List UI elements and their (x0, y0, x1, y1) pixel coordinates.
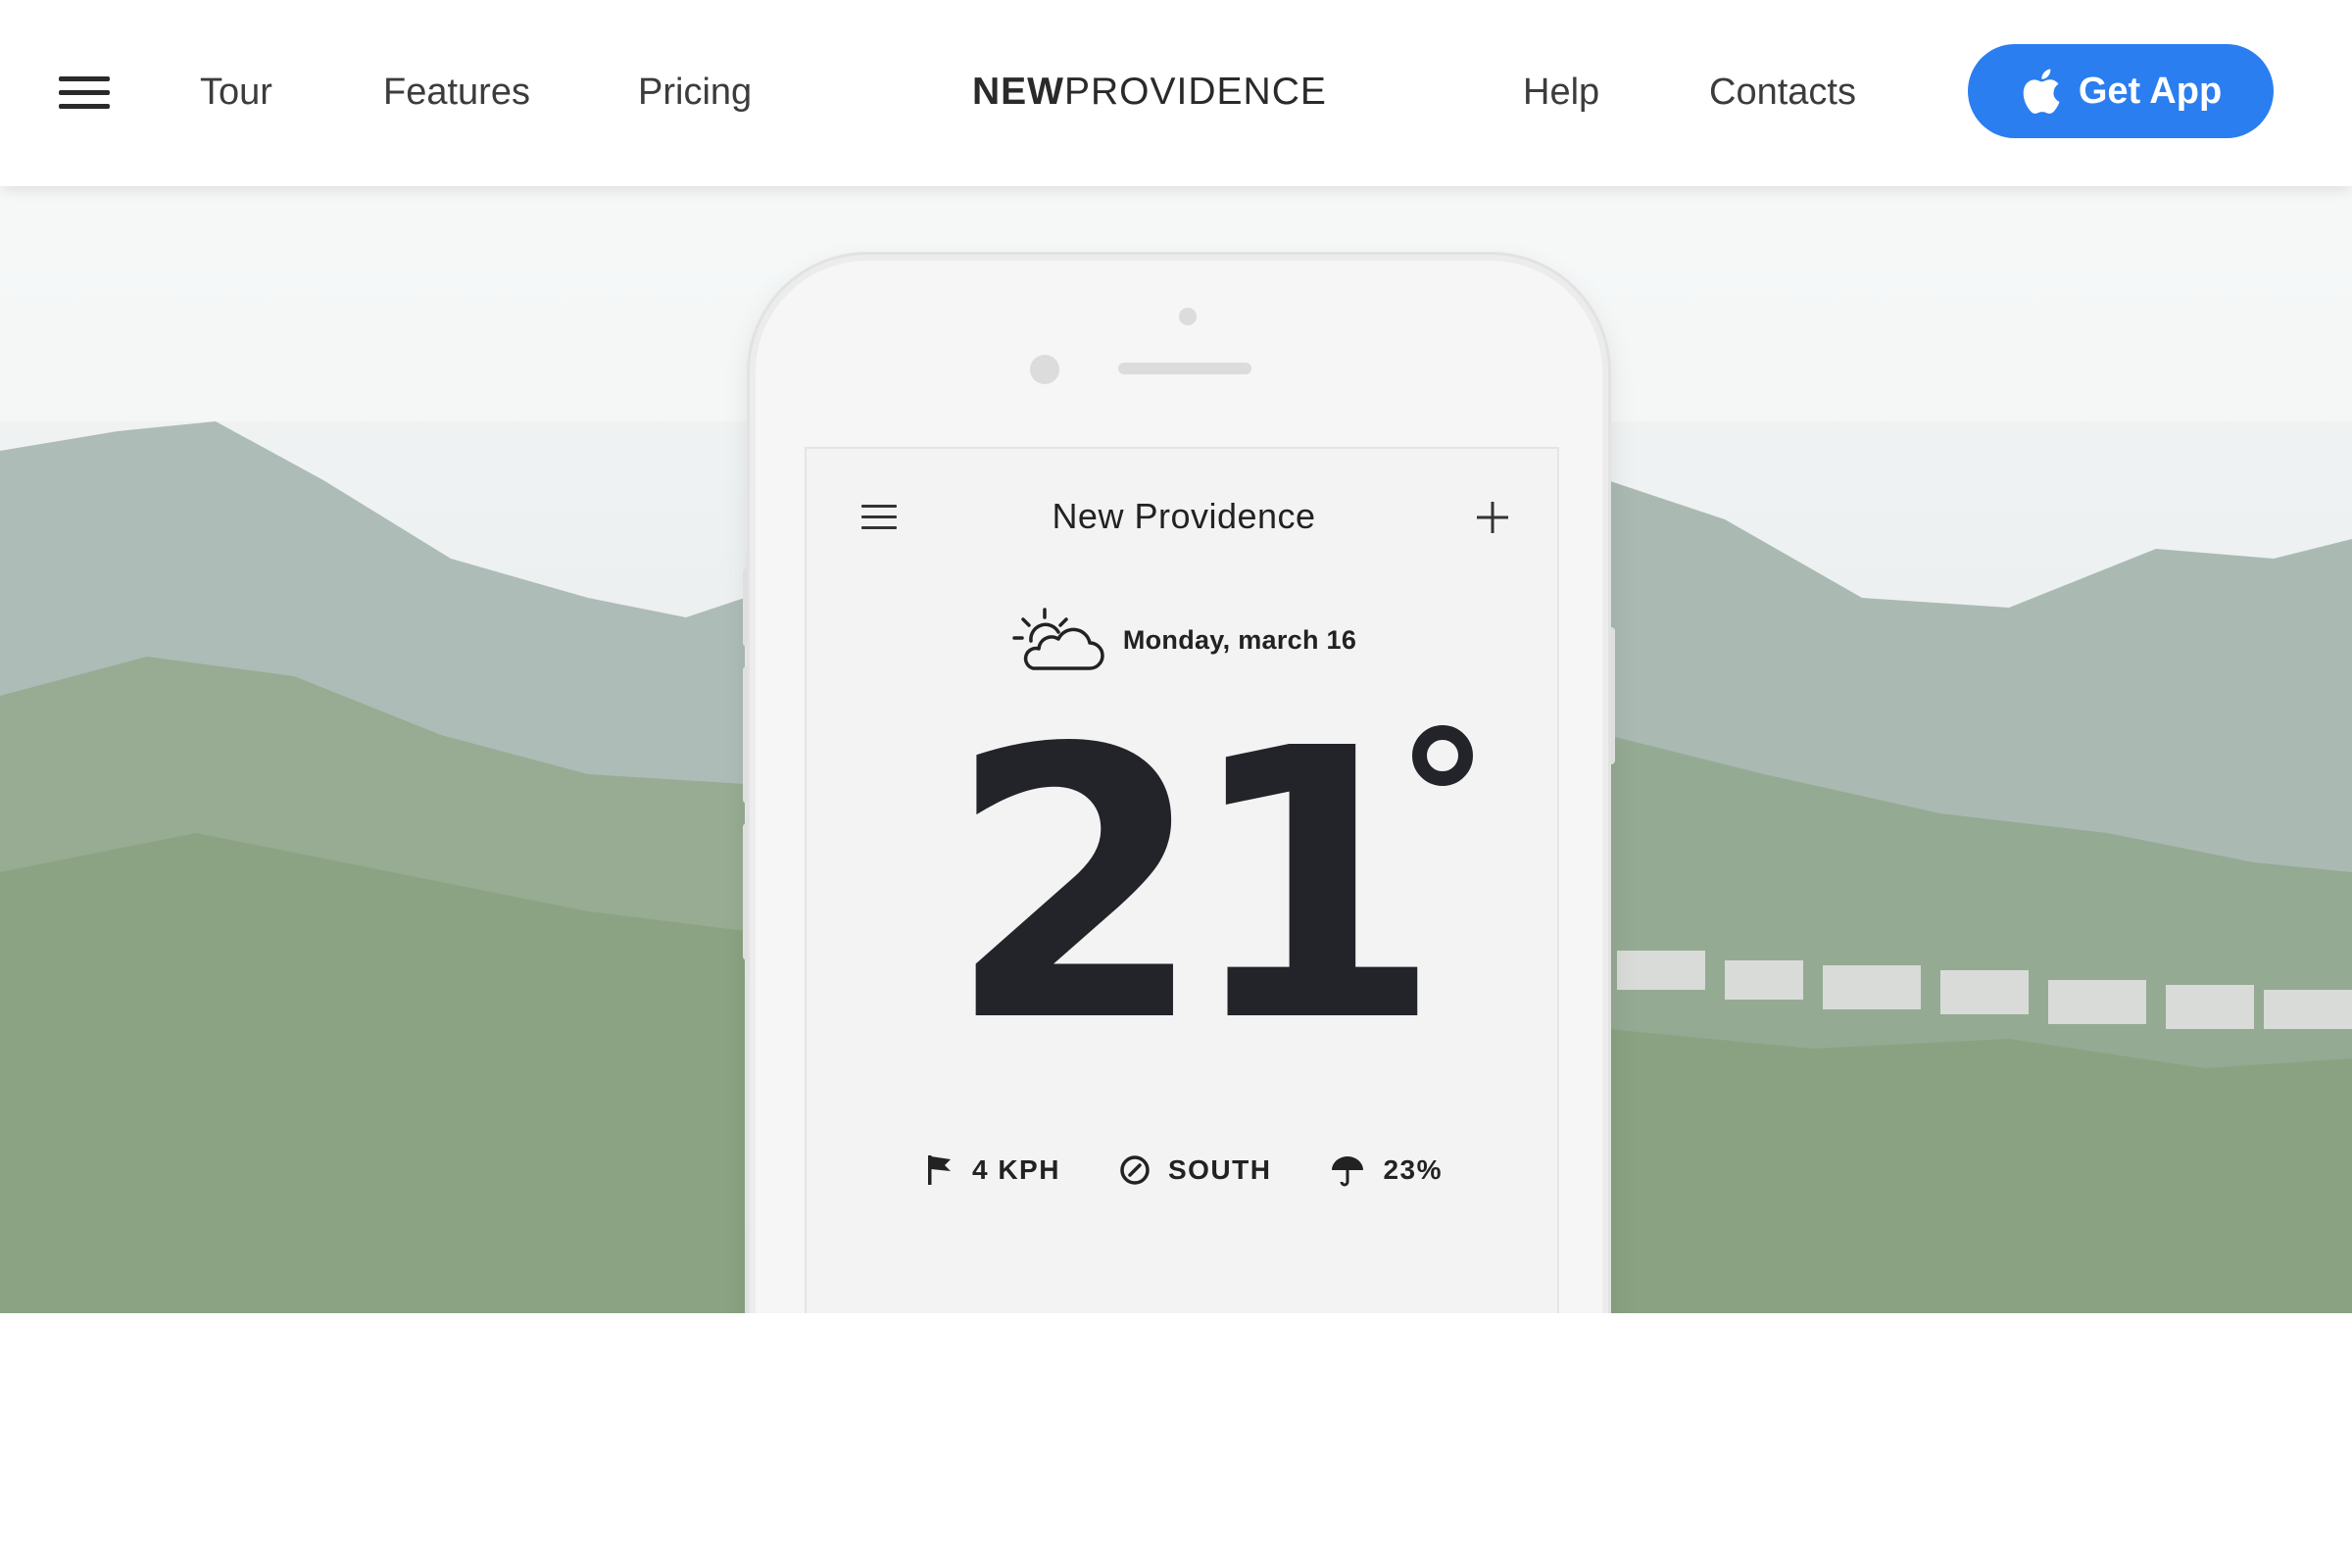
weather-app-screen: New Providence Monday, march 16 21 4 KPH… (805, 447, 1559, 1427)
temperature-value: 21 (946, 669, 1444, 1103)
nav-link-help[interactable]: Help (1523, 63, 1599, 122)
get-app-label: Get App (2078, 70, 2223, 112)
flag-icon (927, 1155, 951, 1185)
phone-mockup: New Providence Monday, march 16 21 4 KPH… (750, 255, 1608, 1431)
phone-speaker (1118, 363, 1251, 374)
wind-direction-stat: SOUTH (1119, 1152, 1272, 1188)
precipitation-label: 23% (1383, 1154, 1443, 1185)
logo-bold-text: NEW (972, 71, 1064, 113)
partly-cloudy-icon (1012, 608, 1104, 670)
get-app-button[interactable]: Get App (1968, 44, 2274, 138)
nav-link-features[interactable]: Features (383, 63, 530, 122)
temperature-display: 21 (807, 669, 1561, 1103)
site-header: Tour Features Pricing NEWPROVIDENCE Help… (0, 0, 2352, 186)
date-label: Monday, march 16 (1122, 624, 1357, 655)
phone-sensor (1179, 308, 1197, 325)
content-section (0, 1313, 2352, 1568)
city-title: New Providence (1052, 496, 1316, 536)
nav-link-pricing[interactable]: Pricing (638, 63, 752, 122)
compass-icon (1120, 1155, 1150, 1185)
umbrella-icon (1332, 1156, 1364, 1187)
nav-link-tour[interactable]: Tour (200, 63, 272, 122)
site-logo[interactable]: NEWPROVIDENCE (972, 63, 1327, 122)
wind-speed-stat: 4 KPH (925, 1152, 1060, 1188)
add-city-icon[interactable] (1473, 498, 1512, 537)
hamburger-menu-icon[interactable] (59, 76, 110, 110)
date-row: Monday, march 16 (807, 606, 1561, 674)
logo-regular-text: PROVIDENCE (1064, 71, 1327, 113)
wind-speed-label: 4 KPH (971, 1154, 1060, 1185)
phone-camera (1030, 355, 1059, 384)
degree-symbol (1412, 725, 1473, 786)
apple-icon (2023, 69, 2060, 114)
nav-link-contacts[interactable]: Contacts (1709, 63, 1856, 122)
wind-direction-label: SOUTH (1167, 1154, 1272, 1185)
precipitation-stat: 23% (1330, 1152, 1443, 1188)
weather-stats: 4 KPH SOUTH 23% (807, 1152, 1561, 1188)
